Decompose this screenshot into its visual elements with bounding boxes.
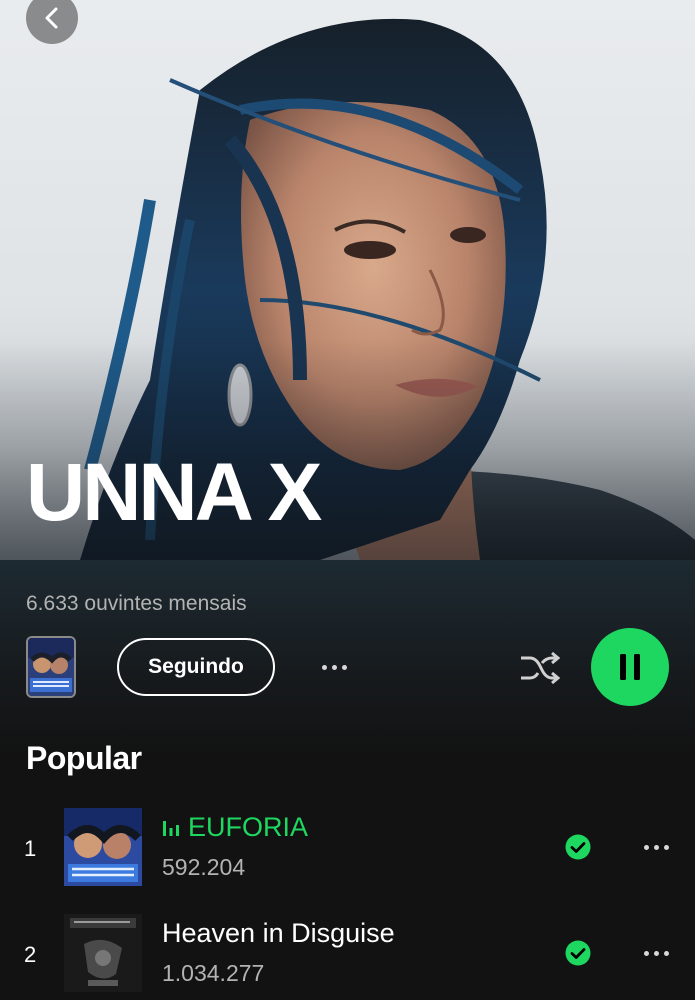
album-art	[64, 808, 142, 886]
artist-name: UNNA X	[26, 447, 322, 538]
track-cover	[64, 914, 142, 992]
track-more-button[interactable]	[638, 938, 674, 968]
shuffle-icon[interactable]	[518, 648, 560, 688]
track-title: EUFORIA	[162, 812, 308, 843]
track-play-count: 1.034.277	[162, 960, 265, 986]
artist-hero: UNNA X	[0, 0, 695, 560]
track-title-text: EUFORIA	[188, 812, 309, 842]
check-circle-icon[interactable]	[565, 940, 591, 966]
album-art	[64, 914, 142, 992]
release-cover-thumbnail[interactable]	[26, 636, 76, 698]
track-row[interactable]: 2 Heaven in Disguise 1.034.277	[0, 914, 695, 998]
action-bar: Seguindo	[0, 628, 695, 708]
track-number: 1	[24, 836, 37, 861]
more-dots-icon	[321, 664, 347, 670]
track-cover	[64, 808, 142, 886]
check-circle-icon[interactable]	[565, 834, 591, 860]
following-button[interactable]: Seguindo	[117, 638, 275, 696]
pause-button[interactable]	[591, 628, 669, 706]
popular-section-title: Popular	[26, 740, 142, 776]
more-dots-icon	[643, 950, 669, 956]
more-options-button[interactable]	[314, 652, 354, 682]
more-dots-icon	[643, 844, 669, 850]
track-play-count: 592.204	[162, 854, 246, 880]
track-title-text: Heaven in Disguise	[162, 918, 395, 948]
track-title: Heaven in Disguise	[162, 918, 395, 949]
monthly-listeners: 6.633 ouvintes mensais	[26, 592, 247, 615]
pause-icon	[620, 654, 640, 680]
track-more-button[interactable]	[638, 832, 674, 862]
album-art	[28, 638, 74, 696]
chevron-left-icon	[45, 7, 58, 29]
equalizer-icon	[163, 820, 179, 836]
artist-info: 6.633 ouvintes mensais Seguindo Popular …	[0, 560, 695, 1000]
track-number: 2	[24, 942, 37, 967]
track-row[interactable]: 1 EUFORIA 592.204	[0, 808, 695, 892]
